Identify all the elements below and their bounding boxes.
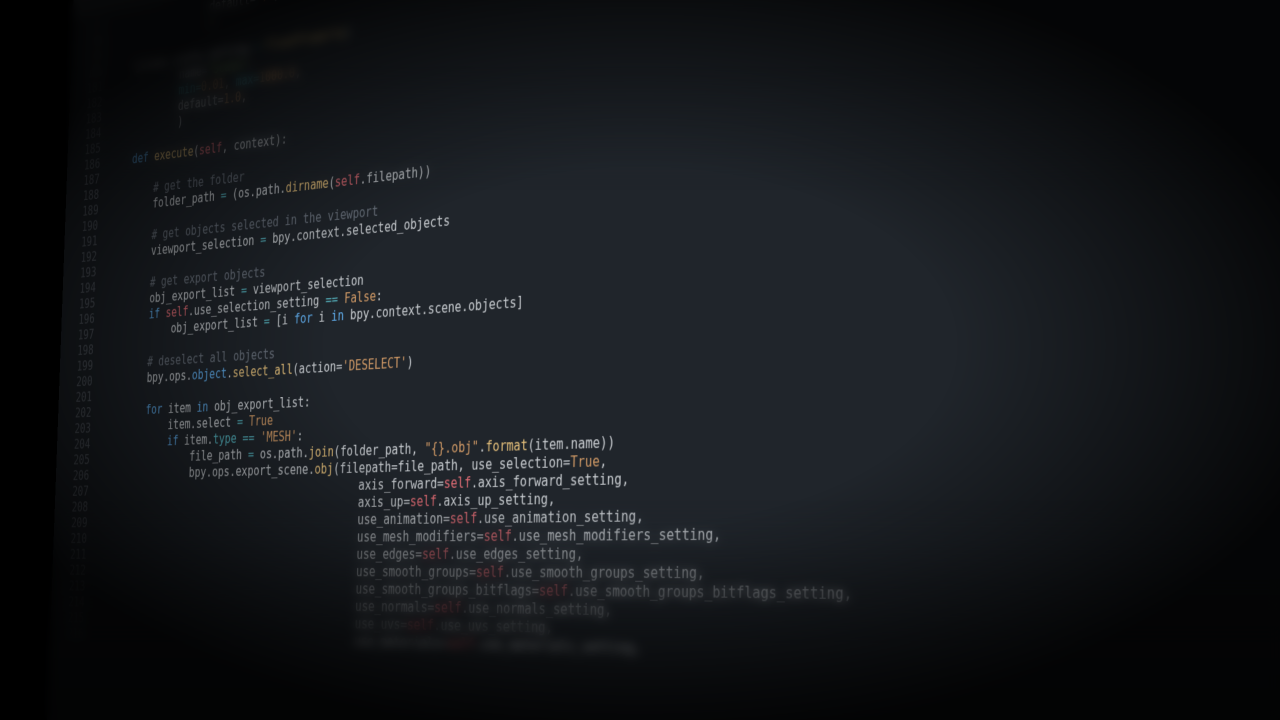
line-number: 205 <box>56 452 90 469</box>
line-number: 208 <box>55 500 89 516</box>
line-number: 202 <box>58 405 92 422</box>
code-line[interactable]: use_edges=self.use_edges_setting, <box>96 542 1280 565</box>
line-number: 203 <box>57 421 91 438</box>
line-number: 211 <box>53 547 87 563</box>
line-number: 213 <box>52 579 86 595</box>
code-editor[interactable]: 1771781791801811821831841851861871881891… <box>42 0 1280 720</box>
line-number: 201 <box>58 389 92 406</box>
line-number: 206 <box>56 468 90 485</box>
line-number: 209 <box>54 515 88 531</box>
line-number: 207 <box>55 484 89 500</box>
line-number: 210 <box>53 531 87 547</box>
line-number: 204 <box>57 437 91 454</box>
line-number: 216 <box>50 626 84 643</box>
line-number: 212 <box>52 563 86 579</box>
code-area[interactable]: default='Y', ) global_scale_setting = Fl… <box>82 0 1280 720</box>
editor-window: 1771781791801811821831841851861871881891… <box>42 0 1280 720</box>
line-number: 215 <box>50 610 84 627</box>
line-number: 214 <box>51 594 85 610</box>
scene: 1771781791801811821831841851861871881891… <box>0 0 1280 720</box>
